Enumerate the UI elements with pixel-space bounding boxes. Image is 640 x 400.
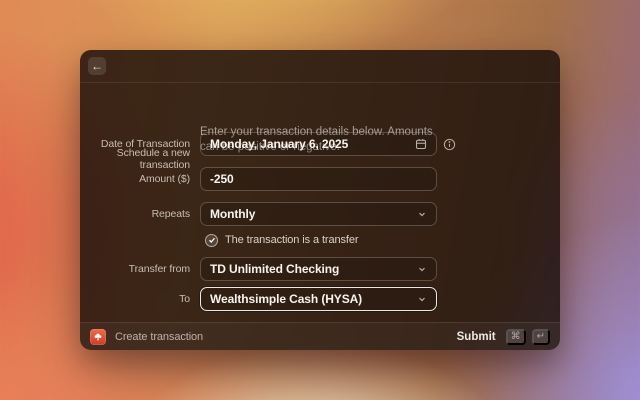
chevron-down-icon (417, 264, 427, 274)
repeats-select[interactable]: Monthly (200, 202, 437, 226)
date-row: Date of Transaction Monday, January 6, 2… (80, 132, 560, 156)
repeats-label: Repeats (88, 208, 190, 220)
submit-label: Submit (457, 331, 496, 343)
transfer-to-value: Wealthsimple Cash (HYSA) (210, 292, 362, 306)
chevron-down-icon (417, 294, 427, 304)
transfer-from-value: TD Unlimited Checking (210, 262, 339, 276)
check-icon (208, 236, 216, 244)
transfer-to-select[interactable]: Wealthsimple Cash (HYSA) (200, 287, 437, 311)
amount-input[interactable] (200, 167, 437, 191)
amount-label: Amount ($) (88, 173, 190, 185)
repeats-value: Monthly (210, 207, 255, 221)
app-logo-icon (90, 329, 106, 345)
transfer-to-row: To Wealthsimple Cash (HYSA) (80, 287, 560, 311)
transfer-checkbox-row: The transaction is a transfer (80, 233, 560, 247)
transfer-checkbox-label: The transaction is a transfer (225, 234, 358, 246)
transfer-checkbox[interactable] (205, 234, 218, 247)
dialog-header: ← (80, 50, 560, 83)
repeats-row: Repeats Monthly (80, 202, 560, 226)
info-icon[interactable] (443, 138, 456, 151)
date-label: Date of Transaction (88, 138, 190, 150)
transfer-from-row: Transfer from TD Unlimited Checking (80, 257, 560, 281)
transfer-from-label: Transfer from (88, 263, 190, 275)
footer-action-label: Create transaction (115, 331, 203, 343)
dialog-footer: Create transaction Submit ⌘ ↵ (80, 322, 560, 350)
transfer-to-label: To (88, 293, 190, 305)
return-key-icon[interactable]: ↵ (532, 329, 550, 345)
transfer-from-select[interactable]: TD Unlimited Checking (200, 257, 437, 281)
back-button[interactable]: ← (88, 57, 106, 75)
date-input[interactable]: Monday, January 6, 2025 (200, 132, 437, 156)
date-value: Monday, January 6, 2025 (210, 137, 348, 151)
chevron-down-icon (417, 209, 427, 219)
command-key-icon[interactable]: ⌘ (506, 329, 526, 345)
calendar-icon[interactable] (415, 138, 427, 150)
back-arrow-icon: ← (91, 58, 103, 75)
schedule-transaction-dialog: ← Schedule a new transaction Enter your … (80, 50, 560, 350)
amount-row: Amount ($) (80, 167, 560, 191)
